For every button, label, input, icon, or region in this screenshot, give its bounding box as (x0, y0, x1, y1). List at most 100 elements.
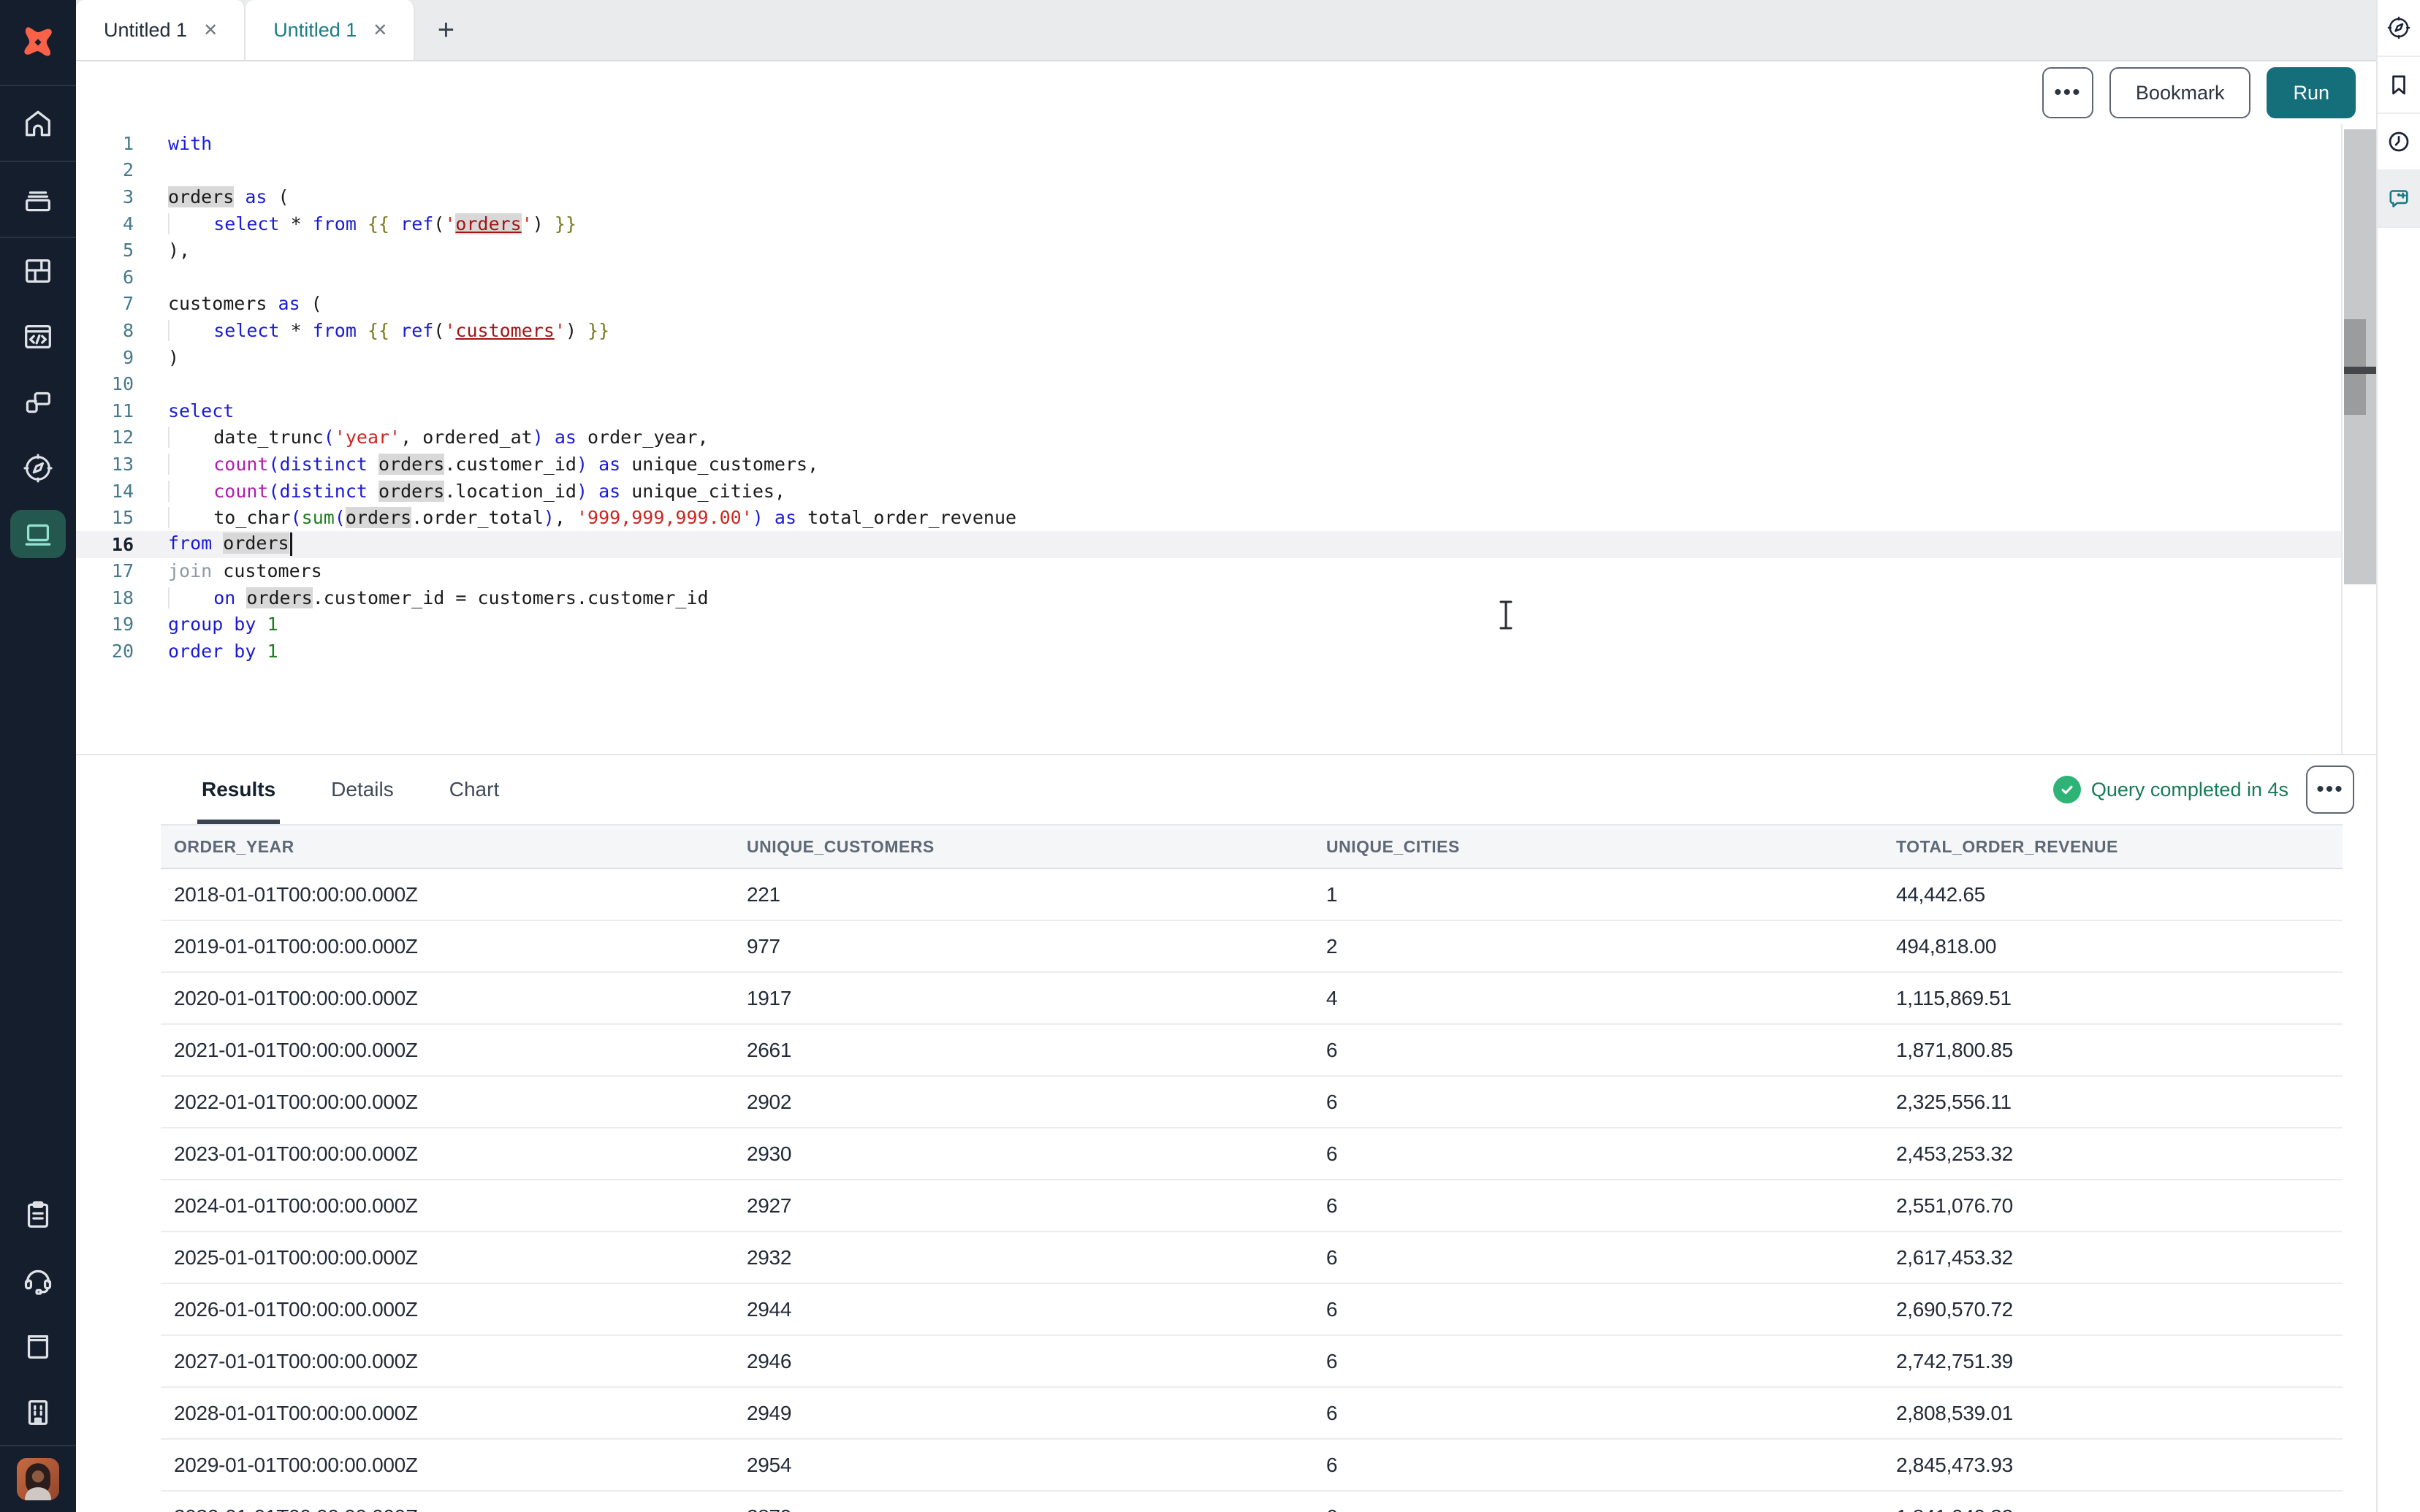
sidebar-item-organization[interactable] (0, 1379, 76, 1445)
table-cell: 1,871,800.85 (1883, 1039, 2343, 1062)
more-options-button[interactable]: ••• (2042, 67, 2093, 118)
code-token: join (168, 560, 212, 581)
code-line[interactable]: 6 (76, 264, 2376, 291)
table-cell: 2021-01-01T00:00:00.000Z (161, 1039, 734, 1062)
run-button[interactable]: Run (2267, 67, 2356, 118)
sql-editor[interactable]: 1with23orders as (4 select * from {{ ref… (76, 124, 2376, 754)
sidebar-item-home[interactable] (0, 86, 76, 161)
code-line[interactable]: 3orders as ( (76, 183, 2376, 210)
code-line[interactable]: 8 select * from {{ ref('customers') }} (76, 317, 2376, 344)
results-more-button[interactable]: ••• (2306, 765, 2354, 814)
tab-details[interactable]: Details (331, 755, 394, 824)
code-token: {{ (368, 213, 389, 234)
table-cell: 1,115,869.51 (1883, 987, 2343, 1010)
sidebar-item-code[interactable] (0, 304, 76, 370)
sidebar-item-explore-data[interactable] (2378, 0, 2420, 57)
bookmark-button[interactable]: Bookmark (2109, 67, 2251, 118)
code-line[interactable]: 16from orders (76, 531, 2376, 558)
code-line[interactable]: 14 count(distinct orders.location_id) as… (76, 478, 2376, 505)
sidebar-item-projects[interactable] (0, 162, 76, 237)
code-line[interactable]: 17join customers (76, 558, 2376, 585)
sidebar-item-history[interactable] (2378, 114, 2420, 171)
scrollbar-track[interactable] (2344, 129, 2376, 584)
tab-chart[interactable]: Chart (449, 755, 499, 824)
table-cell: 2949 (734, 1402, 1313, 1425)
code-line[interactable]: 20order by 1 (76, 638, 2376, 665)
code-line[interactable]: 19group by 1 (76, 611, 2376, 638)
text-caret (290, 532, 292, 556)
code-token: date_trunc (213, 427, 324, 448)
code-token: }} (587, 320, 609, 341)
compass-icon (21, 451, 55, 485)
table-row: 2023-01-01T00:00:00.000Z293062,453,253.3… (161, 1129, 2343, 1180)
sidebar-item-explore[interactable] (0, 435, 76, 501)
new-tab-button[interactable]: + (415, 0, 476, 60)
code-line[interactable]: 12 date_trunc('year', ordered_at) as ord… (76, 424, 2376, 451)
code-token: as (245, 186, 267, 207)
hex-logo[interactable] (0, 0, 76, 85)
code-line[interactable]: 7customers as ( (76, 291, 2376, 318)
column-header[interactable]: UNIQUE_CITIES (1313, 837, 1883, 857)
table-cell: 44,442.65 (1883, 883, 2343, 906)
tab-label: Untitled 1 (104, 19, 187, 42)
sidebar-item-compute-active[interactable] (0, 501, 76, 567)
line-number: 9 (76, 347, 134, 368)
code-token: ( (268, 454, 279, 475)
tab-close-icon[interactable]: ✕ (199, 17, 222, 44)
line-number: 10 (76, 373, 134, 394)
code-text: date_trunc('year', ordered_at) as order_… (168, 427, 709, 448)
code-token: ( (433, 213, 444, 234)
line-number: 17 (76, 560, 134, 581)
code-line[interactable]: 10 (76, 370, 2376, 397)
sidebar-item-bookmarks[interactable] (2378, 57, 2420, 114)
code-token: ) (544, 507, 555, 528)
table-cell: 2902 (734, 1091, 1313, 1114)
line-number: 1 (76, 133, 134, 154)
code-line[interactable]: 15 to_char(sum(orders.order_total), '999… (76, 504, 2376, 531)
sidebar-item-account[interactable] (0, 1446, 76, 1512)
code-token: distinct (280, 454, 368, 475)
code-line[interactable]: 9) (76, 344, 2376, 371)
tab-close-icon[interactable]: ✕ (368, 17, 392, 44)
sidebar-item-templates[interactable] (0, 1182, 76, 1248)
code-line[interactable]: 5), (76, 237, 2376, 264)
table-cell: 2 (1313, 935, 1883, 958)
table-cell: 2930 (734, 1142, 1313, 1166)
code-token: }} (555, 213, 577, 234)
code-token: {{ (368, 320, 389, 341)
table-cell: 2946 (734, 1350, 1313, 1373)
code-line[interactable]: 4 select * from {{ ref('orders') }} (76, 210, 2376, 237)
table-cell: 2028-01-01T00:00:00.000Z (161, 1402, 734, 1425)
code-line[interactable]: 18 on orders.customer_id = customers.cus… (76, 584, 2376, 611)
table-cell: 2020-01-01T00:00:00.000Z (161, 987, 734, 1010)
code-token (168, 320, 213, 341)
code-token: distinct (280, 481, 368, 502)
code-token: ( (268, 481, 279, 502)
table-cell: 1 (1313, 883, 1883, 906)
table-cell: 6 (1313, 1505, 1883, 1512)
code-line[interactable]: 11select (76, 397, 2376, 424)
sidebar-item-components[interactable] (0, 370, 76, 435)
code-token: total_order_revenue (796, 507, 1016, 528)
home-icon (21, 107, 55, 140)
code-token: * (280, 320, 313, 341)
tab-results[interactable]: Results (202, 755, 275, 824)
table-row: 2029-01-01T00:00:00.000Z295462,845,473.9… (161, 1440, 2343, 1492)
column-header[interactable]: ORDER_YEAR (161, 837, 734, 857)
code-token: ( (267, 186, 289, 207)
sidebar-item-apps[interactable] (0, 238, 76, 304)
code-line[interactable]: 13 count(distinct orders.customer_id) as… (76, 451, 2376, 478)
column-header[interactable]: TOTAL_ORDER_REVENUE (1883, 837, 2343, 857)
line-number: 4 (76, 213, 134, 234)
tab-untitled-1[interactable]: Untitled 1 ✕ (76, 0, 246, 60)
editor-scrollbar[interactable] (2341, 124, 2376, 754)
code-line[interactable]: 2 (76, 157, 2376, 184)
tab-untitled-2[interactable]: Untitled 1 ✕ (246, 0, 415, 60)
sidebar-item-docs[interactable] (0, 1313, 76, 1379)
sidebar-item-support[interactable] (0, 1248, 76, 1313)
line-number: 7 (76, 293, 134, 314)
sidebar-item-magic-assistant[interactable] (2378, 171, 2420, 228)
laptop-icon (21, 517, 55, 551)
column-header[interactable]: UNIQUE_CUSTOMERS (734, 837, 1313, 857)
code-line[interactable]: 1with (76, 130, 2376, 157)
